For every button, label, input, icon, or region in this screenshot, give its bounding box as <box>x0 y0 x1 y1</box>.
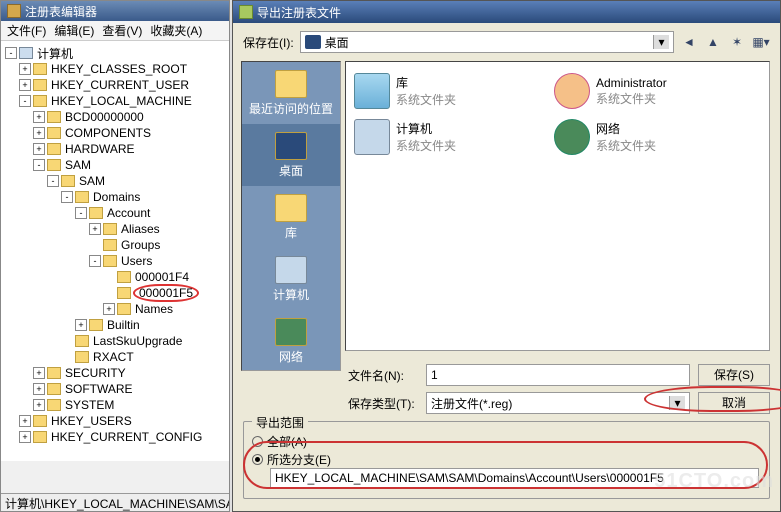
tree-sam2[interactable]: -SAM <box>47 173 225 189</box>
library-icon <box>275 194 307 222</box>
tree-hku[interactable]: +HKEY_USERS <box>19 413 225 429</box>
regedit-titlebar[interactable]: 注册表编辑器 <box>1 1 229 21</box>
menu-view[interactable]: 查看(V) <box>102 22 142 39</box>
chevron-down-icon[interactable]: ▾ <box>653 35 669 49</box>
tree-hardware[interactable]: +HARDWARE <box>33 141 225 157</box>
back-icon[interactable]: ◄ <box>680 33 698 51</box>
tree-hkcc[interactable]: +HKEY_CURRENT_CONFIG <box>19 429 225 445</box>
desktop-place-icon <box>275 132 307 160</box>
library-folder-icon <box>354 73 390 109</box>
tree-rxact[interactable]: RXACT <box>61 349 225 365</box>
tree-u1f4[interactable]: 000001F4 <box>103 269 225 285</box>
regedit-icon <box>7 4 21 18</box>
desktop-icon <box>305 35 321 49</box>
radio-all[interactable]: 全部(A) <box>252 432 761 450</box>
tree-hkcu[interactable]: +HKEY_CURRENT_USER <box>19 77 225 93</box>
tree-lastsku[interactable]: LastSkuUpgrade <box>61 333 225 349</box>
tree-sam[interactable]: -SAM <box>33 157 225 173</box>
computer-icon <box>354 119 390 155</box>
filetype-dropdown[interactable]: 注册文件(*.reg)▾ <box>426 392 690 414</box>
tree-hklm[interactable]: -HKEY_LOCAL_MACHINE <box>19 93 225 109</box>
user-icon <box>554 73 590 109</box>
tree-users[interactable]: -Users <box>89 253 225 269</box>
tree-builtin[interactable]: +Builtin <box>75 317 225 333</box>
place-desktop[interactable]: 桌面 <box>242 124 340 186</box>
filetype-label: 保存类型(T): <box>348 395 418 412</box>
tree-bcd[interactable]: +BCD00000000 <box>33 109 225 125</box>
network-icon <box>554 119 590 155</box>
tree-groups[interactable]: Groups <box>89 237 225 253</box>
places-bar: 最近访问的位置 桌面 库 计算机 网络 <box>241 61 341 371</box>
up-icon[interactable]: ▲ <box>704 33 722 51</box>
save-button[interactable]: 保存(S) <box>698 364 770 386</box>
filetype-row: 保存类型(T): 注册文件(*.reg)▾ 取消 <box>348 391 770 415</box>
file-list[interactable]: 库系统文件夹 Administrator系统文件夹 计算机系统文件夹 网络系统文… <box>345 61 770 351</box>
filename-label: 文件名(N): <box>348 367 418 384</box>
regedit-title: 注册表编辑器 <box>25 3 97 20</box>
tree-names[interactable]: +Names <box>103 301 225 317</box>
tree-root[interactable]: -计算机 <box>5 45 225 61</box>
menu-edit[interactable]: 编辑(E) <box>54 22 94 39</box>
save-in-label: 保存在(I): <box>243 34 294 51</box>
item-admin[interactable]: Administrator系统文件夹 <box>554 70 744 112</box>
tree-hkcr[interactable]: +HKEY_CLASSES_ROOT <box>19 61 225 77</box>
place-network[interactable]: 网络 <box>242 310 340 372</box>
toolbar-icons: ◄ ▲ ✶ ▦▾ <box>680 33 770 51</box>
tree-security[interactable]: +SECURITY <box>33 365 225 381</box>
radio-icon <box>252 436 263 447</box>
place-computer[interactable]: 计算机 <box>242 248 340 310</box>
export-icon <box>239 5 253 19</box>
tree-domains[interactable]: -Domains <box>61 189 225 205</box>
registry-tree[interactable]: -计算机 +HKEY_CLASSES_ROOT +HKEY_CURRENT_US… <box>1 41 229 461</box>
menu-fav[interactable]: 收藏夹(A) <box>150 22 202 39</box>
tree-aliases[interactable]: +Aliases <box>89 221 225 237</box>
save-in-dropdown[interactable]: 桌面 ▾ <box>300 31 674 53</box>
branch-path-input[interactable] <box>270 468 759 488</box>
item-network[interactable]: 网络系统文件夹 <box>554 116 744 158</box>
tree-components[interactable]: +COMPONENTS <box>33 125 225 141</box>
filename-row: 文件名(N): 保存(S) <box>348 363 770 387</box>
newfolder-icon[interactable]: ✶ <box>728 33 746 51</box>
cancel-button[interactable]: 取消 <box>698 392 770 414</box>
dialog-title: 导出注册表文件 <box>257 4 341 21</box>
radio-icon <box>252 454 263 465</box>
item-library[interactable]: 库系统文件夹 <box>354 70 544 112</box>
tree-system[interactable]: +SYSTEM <box>33 397 225 413</box>
place-recent[interactable]: 最近访问的位置 <box>242 62 340 124</box>
tree-account[interactable]: -Account <box>75 205 225 221</box>
tree-u1f5[interactable]: 000001F5 <box>103 285 225 301</box>
regedit-window: 注册表编辑器 文件(F) 编辑(E) 查看(V) 收藏夹(A) -计算机 +HK… <box>0 0 230 512</box>
filename-input[interactable] <box>426 364 690 386</box>
viewmenu-icon[interactable]: ▦▾ <box>752 33 770 51</box>
place-library[interactable]: 库 <box>242 186 340 248</box>
export-range-group: 导出范围 全部(A) 所选分支(E) <box>243 421 770 499</box>
recent-icon <box>275 70 307 98</box>
export-dialog: 导出注册表文件 保存在(I): 桌面 ▾ ◄ ▲ ✶ ▦▾ 最近访问的位置 桌面… <box>232 0 781 512</box>
save-in-row: 保存在(I): 桌面 ▾ ◄ ▲ ✶ ▦▾ <box>233 23 780 61</box>
network-place-icon <box>275 318 307 346</box>
dialog-titlebar[interactable]: 导出注册表文件 <box>233 1 780 23</box>
save-in-value: 桌面 <box>325 34 349 51</box>
menubar: 文件(F) 编辑(E) 查看(V) 收藏夹(A) <box>1 21 229 41</box>
tree-software[interactable]: +SOFTWARE <box>33 381 225 397</box>
menu-file[interactable]: 文件(F) <box>7 22 46 39</box>
radio-selected[interactable]: 所选分支(E) <box>252 450 761 468</box>
item-computer[interactable]: 计算机系统文件夹 <box>354 116 544 158</box>
chevron-down-icon[interactable]: ▾ <box>669 396 685 410</box>
statusbar: 计算机\HKEY_LOCAL_MACHINE\SAM\SAM\Doma <box>1 493 229 511</box>
computer-place-icon <box>275 256 307 284</box>
group-legend: 导出范围 <box>252 414 308 431</box>
